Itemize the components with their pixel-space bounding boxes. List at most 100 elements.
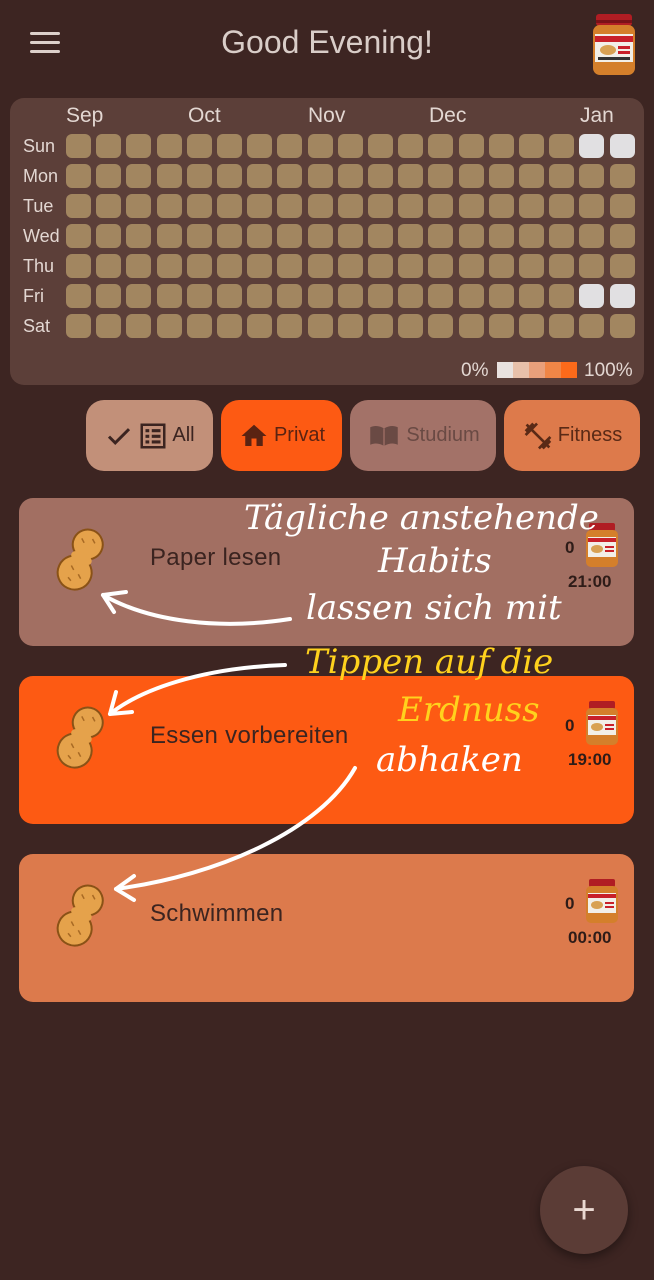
heatmap-cell — [96, 194, 122, 218]
heatmap-cell — [217, 284, 242, 308]
habit-card[interactable]: Essen vorbereiten 0 19:00 — [19, 676, 634, 824]
month-label: Sep — [66, 104, 104, 127]
heatmap-cell — [458, 314, 484, 338]
heatmap-cell — [186, 314, 212, 338]
heatmap-cell — [488, 224, 514, 248]
heatmap-cell — [519, 224, 544, 248]
day-label: Thu — [23, 256, 55, 276]
heatmap-cell — [549, 284, 575, 308]
heatmap-cell — [609, 194, 635, 218]
heatmap-cell — [609, 224, 635, 248]
heatmap-cell — [277, 134, 303, 158]
habit-count: 0 — [565, 716, 575, 735]
heatmap-cell — [549, 164, 575, 188]
heatmap-cell — [277, 194, 303, 218]
habit-card[interactable]: Schwimmen 0 00:00 — [19, 854, 634, 1002]
heatmap-cell — [186, 224, 212, 248]
add-habit-button[interactable]: + — [540, 1166, 628, 1254]
heatmap-cell — [96, 314, 122, 338]
app-bar: Good Evening! — [0, 0, 654, 90]
heatmap-cell — [368, 224, 393, 248]
heatmap-cell — [126, 314, 152, 338]
heatmap-cell — [217, 194, 242, 218]
heatmap-cell — [519, 254, 544, 278]
legend-swatch — [545, 362, 561, 378]
day-label: Sat — [23, 316, 51, 336]
filter-chip-studium[interactable]: Studium — [350, 400, 496, 471]
habit-time: 19:00 — [568, 750, 612, 769]
heatmap-cell — [398, 134, 424, 158]
peanut-butter-jar-icon — [586, 701, 618, 745]
habit-time: 00:00 — [568, 928, 612, 947]
filter-label: All — [172, 424, 195, 446]
filter-chip-fitness[interactable]: Fitness — [504, 400, 640, 471]
legend-swatch — [497, 362, 513, 378]
heatmap-cell — [458, 134, 484, 158]
heatmap-cell — [458, 224, 484, 248]
heatmap-cell — [156, 284, 182, 308]
day-label: Mon — [23, 166, 59, 186]
heatmap-cell — [368, 194, 393, 218]
heatmap-cell — [156, 164, 182, 188]
legend-swatch — [561, 362, 577, 378]
heatmap-cell — [96, 164, 122, 188]
habit-count: 0 — [565, 894, 575, 913]
heatmap-cell — [247, 314, 273, 338]
legend-swatch — [529, 362, 545, 378]
heatmap-cell — [156, 254, 182, 278]
heatmap-cell — [549, 134, 575, 158]
heatmap-cell — [307, 284, 333, 308]
heatmap-cell — [307, 134, 333, 158]
heatmap-cell — [66, 134, 91, 158]
heatmap-cell — [337, 314, 363, 338]
day-label: Tue — [23, 196, 54, 216]
peanut-icon[interactable] — [53, 524, 109, 594]
home-icon — [241, 424, 267, 446]
page-title: Good Evening! — [221, 24, 433, 60]
activity-heatmap: Sep Oct Nov Dec Jan Sun Mon Tue Wed Thu … — [10, 98, 644, 385]
heatmap-cell — [337, 254, 363, 278]
peanut-icon[interactable] — [53, 880, 109, 950]
heatmap-cell — [519, 194, 544, 218]
heatmap-cell — [66, 164, 91, 188]
heatmap-cell — [337, 134, 363, 158]
filter-chip-privat[interactable]: Privat — [221, 400, 342, 471]
filter-chip-all[interactable]: All — [86, 400, 213, 471]
month-label: Nov — [308, 104, 346, 127]
heatmap-cell — [609, 134, 635, 158]
list-icon — [140, 423, 166, 448]
habit-name: Paper lesen — [150, 544, 282, 571]
heatmap-cell — [217, 134, 242, 158]
heatmap-cell — [488, 314, 514, 338]
legend-swatch — [513, 362, 529, 378]
heatmap-cell — [66, 314, 91, 338]
heatmap-cell — [368, 134, 393, 158]
heatmap-cell — [398, 254, 424, 278]
heatmap-cell — [579, 314, 605, 338]
peanut-butter-jar-avatar[interactable] — [590, 12, 638, 78]
heatmap-cell — [368, 314, 393, 338]
filter-label: Studium — [406, 424, 480, 446]
heatmap-cell — [488, 194, 514, 218]
heatmap-cell — [217, 224, 242, 248]
heatmap-cell — [307, 224, 333, 248]
heatmap-cell — [549, 224, 575, 248]
heatmap-cell — [579, 254, 605, 278]
heatmap-cell — [186, 194, 212, 218]
book-icon — [370, 425, 399, 446]
dumbbell-icon — [524, 422, 552, 449]
habit-card[interactable]: Paper lesen 0 21:00 — [19, 498, 634, 646]
peanut-icon[interactable] — [53, 702, 109, 772]
peanut-butter-jar-icon — [586, 879, 618, 923]
heatmap-cell — [247, 254, 273, 278]
heatmap-cell — [247, 284, 273, 308]
heatmap-cell — [398, 224, 424, 248]
heatmap-cell — [96, 134, 122, 158]
heatmap-cell — [126, 164, 152, 188]
heatmap-cell — [247, 134, 273, 158]
heatmap-cell — [609, 284, 635, 308]
heatmap-cell — [66, 254, 91, 278]
heatmap-cell — [458, 194, 484, 218]
heatmap-cell — [337, 194, 363, 218]
heatmap-cell — [96, 254, 122, 278]
